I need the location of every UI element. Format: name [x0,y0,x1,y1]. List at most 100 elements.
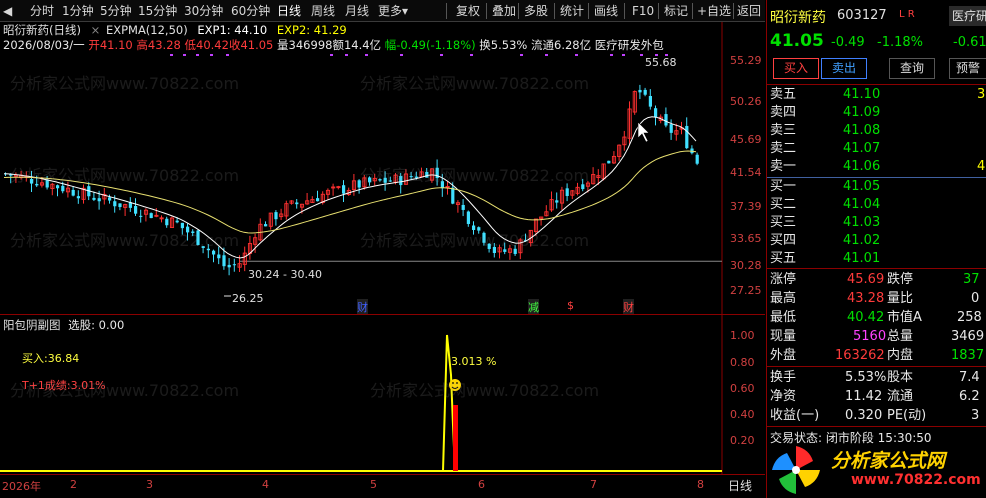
ask-row-5: 卖五 41.10 3 [767,86,986,104]
bar-open: 开41.10 [88,38,133,52]
period-tab-30min[interactable]: 30分钟 [184,2,223,20]
stat-row: 最高 43.28 量比 0 [767,290,986,308]
watermark-text: 分析家公式网www.70822.com [360,74,590,93]
stat-value: 1837 [951,348,985,363]
price-change: -0.49 [831,35,865,50]
price-tick: 41.54 [730,166,762,179]
buy-button[interactable]: 买入 [773,58,819,79]
period-tab-monthly[interactable]: 月线 [345,2,369,20]
stat-row: 收益(一) 0.320 PE(动) 3 [767,407,986,425]
bid-label: 买一 [770,179,797,194]
alert-button[interactable]: 预警 [949,58,986,79]
quote-panel: 昭衍新药 603127 L R 医疗研发 41.05 -0.49 -1.18% … [766,0,986,498]
stat-value: 3469 [951,329,985,344]
statistics-button[interactable]: 统计 [560,2,584,20]
period-tab-more[interactable]: 更多▾ [378,2,408,20]
stat-row: 涨停 45.69 跌停 37 [767,271,986,289]
period-tab-5min[interactable]: 5分钟 [100,2,132,20]
ask-price: 41.09 [843,105,881,120]
stock-name: 昭衍新药 [770,10,826,26]
signal-pct-label: 3.013 % [451,355,497,368]
query-button[interactable]: 查询 [889,58,935,79]
date-tick: 6 [478,478,485,491]
chevron-down-icon: ▾ [402,4,409,18]
stat-value: 6.2 [959,389,980,404]
indicator-name[interactable]: EXPMA(12,50) [106,23,188,37]
buy-price-label: 买入:36.84 [22,352,80,365]
bid-label: 买三 [770,215,797,230]
bid-row-5: 买五 41.01 [767,250,986,268]
price-tick: 33.65 [730,232,762,245]
stat-row: 现量 5160 总量 3469 [767,328,986,346]
ask-price: 41.07 [843,141,881,156]
divider [767,426,986,427]
indicator-tick: 0.80 [730,356,755,369]
close-indicator-icon[interactable]: × [91,23,101,37]
period-tab-fenshi[interactable]: 分时 [30,2,54,20]
mark-button[interactable]: 标记 [664,2,688,20]
stat-label: 涨停 [770,272,797,287]
sector-badge[interactable]: 医疗研发 [949,6,986,26]
period-tab-daily[interactable]: 日线 [277,2,301,20]
date-tick: 8 [697,478,704,491]
stat-label: 最高 [770,291,797,306]
divider [767,268,986,269]
period-indicator[interactable]: 日线 [728,477,752,494]
ask-label: 卖四 [770,105,797,120]
overlay-button[interactable]: 叠加 [492,2,516,20]
bar-high: 高43.28 [136,38,181,52]
period-tab-1min[interactable]: 1分钟 [62,2,94,20]
candlestick-chart[interactable]: 昭衍新药(日线) × EXPMA(12,50) EXP1: 44.10 EXP2… [0,22,765,315]
event-marker-finance-2[interactable]: 财 [623,299,634,315]
stat-value: 163262 [835,348,885,363]
watermark-text: 分析家公式网www.70822.com [370,381,600,400]
stat-row: 最低 40.42 市值A 258 [767,309,986,327]
stat-value: 258 [957,310,982,325]
ask-row-2: 卖二 41.07 [767,140,986,158]
event-marker-dividend[interactable]: $ [567,299,574,312]
indicator-title[interactable]: 阳包阴副图 [3,318,61,332]
divider [767,84,986,85]
indicator-chart[interactable]: 阳包阴副图 选股: 0.00 买入:36.84 T+1成绩:3.01% 3.01… [0,314,765,475]
sell-button[interactable]: 卖出 [821,58,867,79]
more-label: 更多 [378,4,403,18]
sector-tag[interactable]: 医疗研发外包 [595,38,664,52]
date-tick: 7 [590,478,597,491]
price-tick: 45.69 [730,133,762,146]
price-tick: 50.26 [730,95,762,108]
watermark-text: 分析家公式网www.70822.com [10,166,240,185]
multi-stock-button[interactable]: 多股 [524,2,548,20]
stat-value: 37 [963,272,980,287]
event-marker-finance[interactable]: 财 [357,299,368,315]
period-tab-weekly[interactable]: 周线 [311,2,335,20]
event-marker-reduce[interactable]: 减 [528,299,539,315]
fuquan-button[interactable]: 复权 [456,2,480,20]
stat-label: 外盘 [770,348,797,363]
bar-low: 低40.42 [184,38,229,52]
ask-price: 41.06 [843,159,881,174]
ask-price: 41.10 [843,87,881,102]
date-tick: 2 [70,478,77,491]
stat-label: 净资 [770,389,797,404]
period-tab-60min[interactable]: 60分钟 [231,2,270,20]
back-button[interactable]: 返回 [737,2,761,20]
stat-label: 市值A [887,310,922,325]
collapse-icon[interactable]: ◀ [3,2,15,20]
peak-price-label: 55.68 [645,56,677,69]
period-tab-15min[interactable]: 15分钟 [138,2,177,20]
ask-label: 卖三 [770,123,797,138]
price-tick: 37.39 [730,200,762,213]
stat-row: 外盘 163262 内盘 1837 [767,347,986,365]
f10-button[interactable]: F10 [632,2,654,20]
add-watchlist-button[interactable]: +自选 [697,2,731,20]
stat-label: 换手 [770,370,797,385]
watermark-text: 分析家公式网www.70822.com [360,166,590,185]
ask-row-4: 卖四 41.09 [767,104,986,122]
stat-label: 最低 [770,310,797,325]
stat-value: 0.320 [845,408,883,423]
date-tick: 3 [146,478,153,491]
draw-line-button[interactable]: 画线 [594,2,618,20]
stat-row: 换手 5.53% 股本 7.4 [767,369,986,387]
bar-amount: 额14.4亿 [332,38,382,52]
toolbar-divider [518,3,519,19]
